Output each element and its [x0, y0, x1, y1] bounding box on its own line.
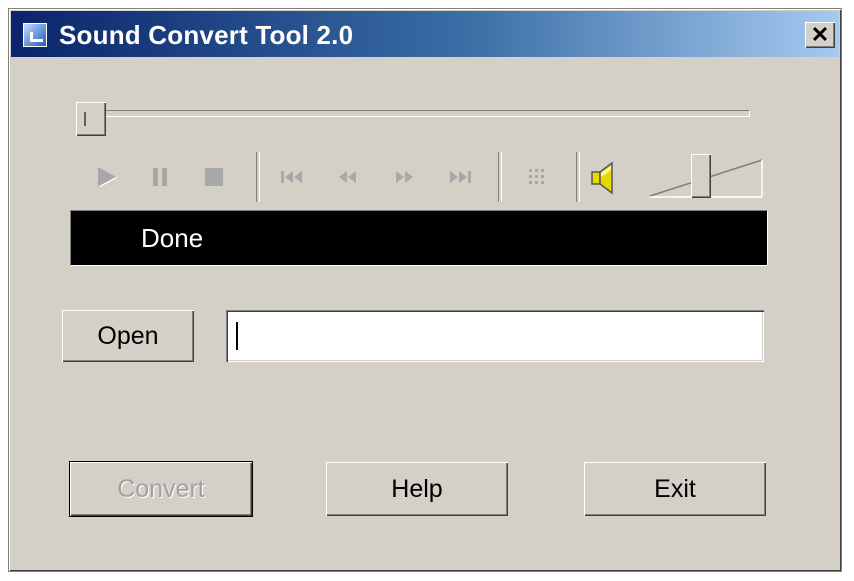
help-button-label: Help	[391, 474, 443, 503]
app-icon	[23, 23, 47, 47]
mute-button[interactable]	[588, 160, 620, 196]
pause-icon	[153, 168, 167, 186]
help-button[interactable]: Help	[326, 462, 508, 516]
toolbar-separator	[256, 152, 260, 202]
skip-forward-button[interactable]	[440, 158, 480, 196]
playlist-button[interactable]	[516, 158, 556, 196]
window-title: Sound Convert Tool 2.0	[59, 20, 354, 50]
text-caret	[236, 322, 238, 350]
seek-slider-track[interactable]	[84, 110, 750, 117]
convert-button[interactable]: Convert	[70, 462, 252, 516]
status-text: Done	[141, 223, 204, 253]
open-button[interactable]: Open	[62, 310, 194, 362]
skip-back-button[interactable]	[272, 158, 312, 196]
seek-slider-thumb[interactable]	[76, 102, 106, 136]
play-icon	[98, 167, 117, 187]
volume-slider-thumb[interactable]	[691, 154, 712, 198]
fast-forward-icon	[396, 171, 413, 183]
skip-forward-icon	[450, 171, 471, 183]
exit-button[interactable]: Exit	[584, 462, 766, 516]
toolbar-separator	[576, 152, 580, 202]
stop-icon	[205, 168, 223, 186]
status-display: Done	[70, 210, 768, 266]
grid-icon	[529, 169, 544, 184]
open-button-label: Open	[97, 321, 159, 350]
fast-forward-button[interactable]	[384, 158, 424, 196]
stop-button[interactable]	[194, 158, 234, 196]
pause-button[interactable]	[140, 158, 180, 196]
title-bar[interactable]: Sound Convert Tool 2.0 ✕	[11, 11, 839, 57]
toolbar-separator	[498, 152, 502, 202]
rewind-icon	[339, 171, 356, 183]
speaker-icon	[591, 161, 613, 195]
close-button[interactable]: ✕	[805, 22, 835, 48]
rewind-button[interactable]	[328, 158, 368, 196]
convert-button-label: Convert	[117, 474, 205, 503]
play-button[interactable]	[86, 158, 126, 196]
volume-slider[interactable]	[646, 152, 766, 202]
skip-back-icon	[281, 171, 302, 183]
file-path-input[interactable]	[226, 310, 764, 362]
exit-button-label: Exit	[654, 474, 696, 503]
close-icon: ✕	[810, 22, 830, 47]
